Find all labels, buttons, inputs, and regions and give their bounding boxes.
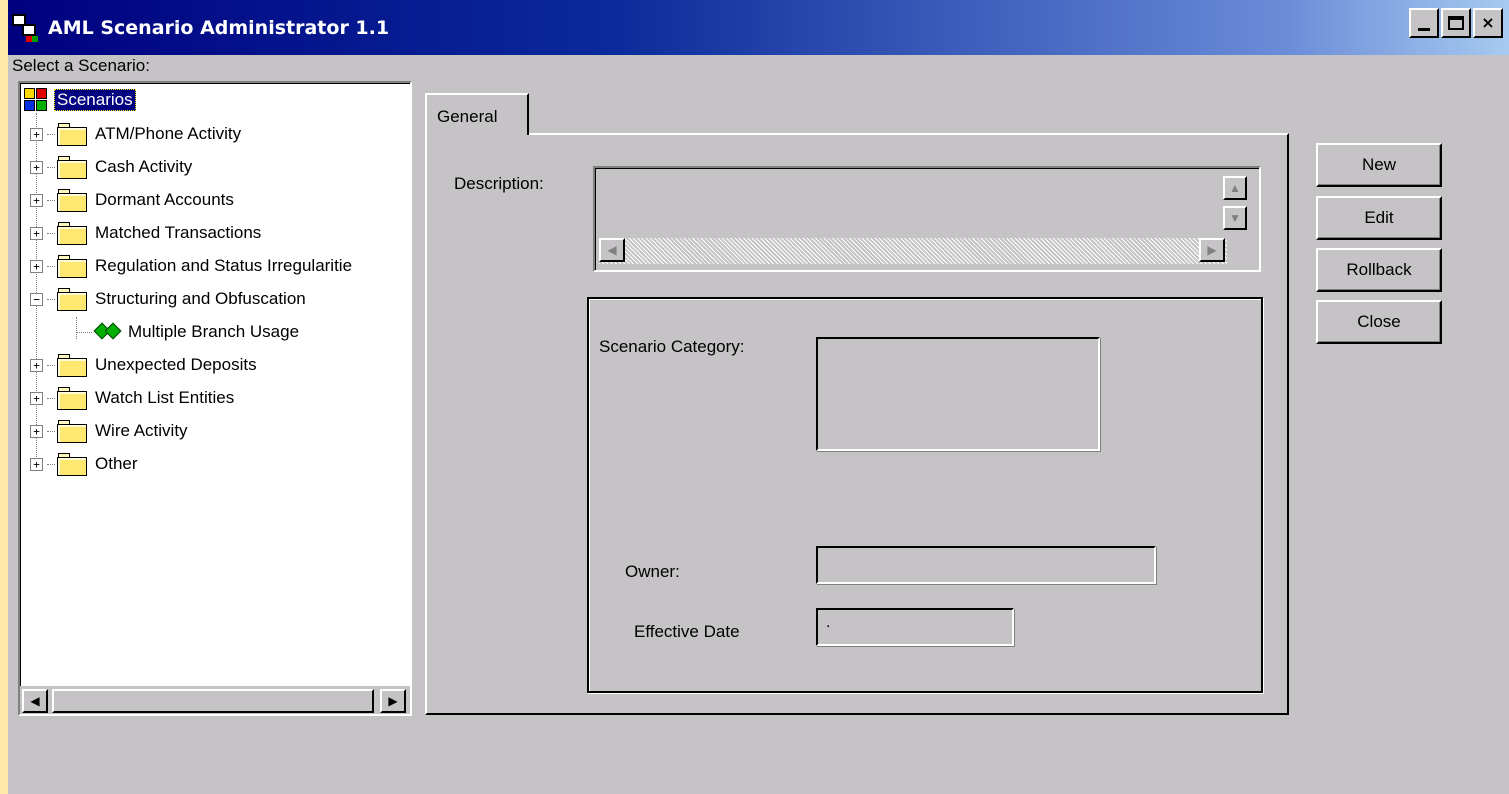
scenario-flag-icon xyxy=(93,321,122,343)
arrow-right-icon: ▶ xyxy=(1207,243,1217,257)
arrow-down-icon: ▼ xyxy=(1229,211,1241,225)
effective-date-label: Effective Date xyxy=(634,622,740,641)
folder-icon xyxy=(57,419,87,443)
expand-icon[interactable]: + xyxy=(30,259,43,273)
expand-icon[interactable]: + xyxy=(30,226,43,240)
tree-horizontal-scrollbar[interactable]: ◀ ▶ xyxy=(20,686,410,714)
scenarios-root-icon xyxy=(24,88,48,112)
scroll-thumb[interactable] xyxy=(52,689,374,713)
tree-item-dormant-accounts[interactable]: + Dormant Accounts xyxy=(30,185,234,215)
select-scenario-label: Select a Scenario: xyxy=(12,56,150,75)
tab-general[interactable]: General xyxy=(425,93,529,135)
folder-icon xyxy=(57,254,87,278)
folder-icon xyxy=(57,452,87,476)
tree-root-label: Scenarios xyxy=(54,89,136,111)
owner-label: Owner: xyxy=(625,562,680,581)
tree-item-atm-phone-activity[interactable]: + ATM/Phone Activity xyxy=(30,119,241,149)
window-title: AML Scenario Administrator 1.1 xyxy=(48,16,390,39)
expand-icon[interactable]: + xyxy=(30,193,43,207)
description-vertical-scrollbar[interactable]: ▲ ▼ xyxy=(1223,172,1249,238)
tree-item-multiple-branch-usage[interactable]: Multiple Branch Usage xyxy=(76,317,299,347)
description-horizontal-scrollbar[interactable]: ◀ ▶ xyxy=(599,238,1227,264)
maximize-icon xyxy=(1448,16,1464,30)
description-label: Description: xyxy=(454,174,544,193)
rollback-button[interactable]: Rollback xyxy=(1316,248,1442,292)
arrow-left-icon: ◀ xyxy=(30,694,40,708)
scroll-down-button[interactable]: ▼ xyxy=(1223,206,1247,230)
expand-icon[interactable]: + xyxy=(30,358,43,372)
tree-item-label: Cash Activity xyxy=(95,157,193,176)
app-window: AML Scenario Administrator 1.1 × Select … xyxy=(8,0,1509,794)
tree-item-label: Regulation and Status Irregularitie xyxy=(95,256,353,275)
expand-icon[interactable]: + xyxy=(30,127,43,141)
collapse-icon[interactable]: − xyxy=(30,292,43,306)
tree-item-label: Dormant Accounts xyxy=(95,190,234,209)
expand-icon[interactable]: + xyxy=(30,457,43,471)
folder-icon xyxy=(57,287,87,311)
scroll-up-button[interactable]: ▲ xyxy=(1223,176,1247,200)
effective-date-field[interactable]: . xyxy=(816,608,1014,646)
scroll-right-button[interactable]: ▶ xyxy=(1199,238,1225,262)
arrow-up-icon: ▲ xyxy=(1229,181,1241,195)
tree-item-label: Multiple Branch Usage xyxy=(128,322,300,341)
tree-item-label: Matched Transactions xyxy=(95,223,262,242)
new-button[interactable]: New xyxy=(1316,143,1442,187)
expand-icon[interactable]: + xyxy=(30,160,43,174)
tree-item-label: Unexpected Deposits xyxy=(95,355,257,374)
title-bar[interactable]: AML Scenario Administrator 1.1 × xyxy=(8,0,1509,55)
tree-item-label: Wire Activity xyxy=(95,421,188,440)
expand-icon[interactable]: + xyxy=(30,424,43,438)
close-icon: × xyxy=(1481,13,1495,32)
arrow-right-icon: ▶ xyxy=(388,694,398,708)
expand-icon[interactable]: + xyxy=(30,391,43,405)
owner-field[interactable] xyxy=(816,546,1156,584)
tree-item-matched-transactions[interactable]: + Matched Transactions xyxy=(30,218,261,248)
window-controls: × xyxy=(1409,8,1503,38)
close-button[interactable]: × xyxy=(1473,8,1503,38)
tree-item-structuring-obfuscation[interactable]: − Structuring and Obfuscation xyxy=(30,284,306,314)
arrow-left-icon: ◀ xyxy=(607,243,617,257)
tree-item-cash-activity[interactable]: + Cash Activity xyxy=(30,152,192,182)
edit-button[interactable]: Edit xyxy=(1316,196,1442,240)
folder-icon xyxy=(57,221,87,245)
scenario-category-label: Scenario Category: xyxy=(599,337,745,356)
tree-item-label: Watch List Entities xyxy=(95,388,235,407)
scroll-left-button[interactable]: ◀ xyxy=(599,238,625,262)
tree-item-label: Structuring and Obfuscation xyxy=(95,289,306,308)
app-icon xyxy=(12,13,40,42)
minimize-button[interactable] xyxy=(1409,8,1439,38)
tree-item-watch-list-entities[interactable]: + Watch List Entities xyxy=(30,383,234,413)
scroll-left-button[interactable]: ◀ xyxy=(22,689,48,713)
maximize-button[interactable] xyxy=(1441,8,1471,38)
tree-item-wire-activity[interactable]: + Wire Activity xyxy=(30,416,188,446)
tree-item-other[interactable]: + Other xyxy=(30,449,138,479)
tree-item-label: Other xyxy=(95,454,138,473)
folder-icon xyxy=(57,353,87,377)
tree-root[interactable]: Scenarios xyxy=(24,85,136,115)
scenario-category-field[interactable] xyxy=(816,337,1100,451)
tree-item-regulation-status[interactable]: + Regulation and Status Irregularitie xyxy=(30,251,352,281)
folder-icon xyxy=(57,155,87,179)
folder-icon xyxy=(57,188,87,212)
minimize-icon xyxy=(1418,27,1430,31)
folder-icon xyxy=(57,122,87,146)
tree-item-label: ATM/Phone Activity xyxy=(95,124,242,143)
tree-item-unexpected-deposits[interactable]: + Unexpected Deposits xyxy=(30,350,257,380)
description-field[interactable]: ▲ ▼ ◀ ▶ xyxy=(593,166,1261,272)
scroll-right-button[interactable]: ▶ xyxy=(380,689,406,713)
close-dialog-button[interactable]: Close xyxy=(1316,300,1442,344)
folder-icon xyxy=(57,386,87,410)
scenario-tree[interactable]: Scenarios + ATM/Phone Activity + Cash Ac… xyxy=(18,81,412,716)
